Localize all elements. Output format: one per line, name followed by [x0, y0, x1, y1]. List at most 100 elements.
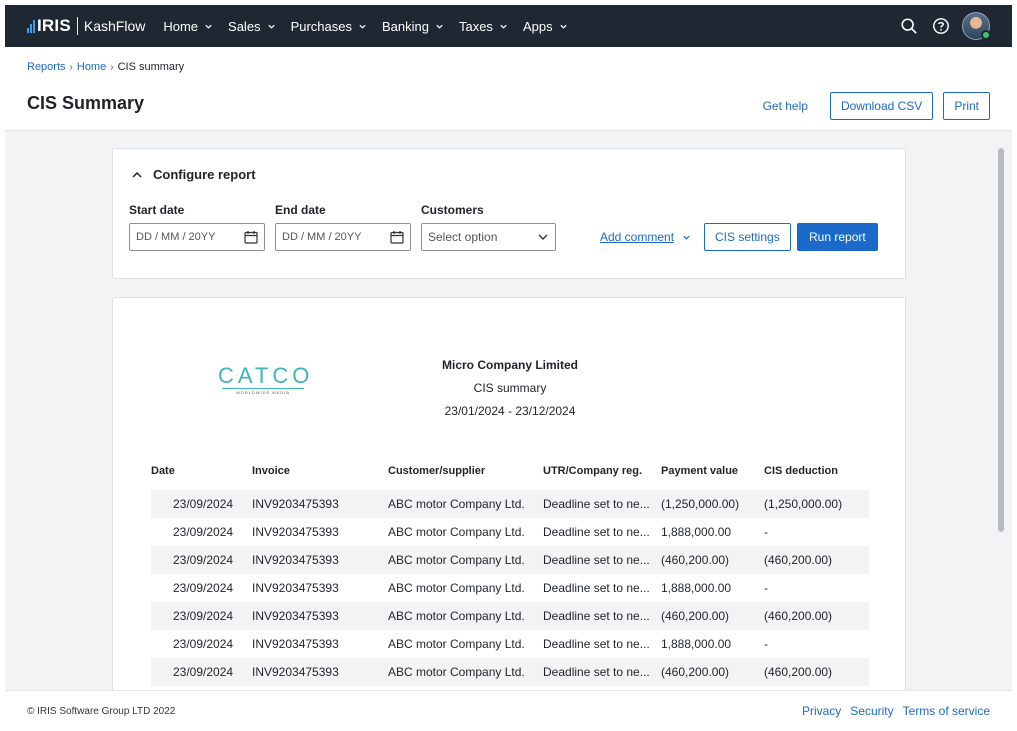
chevron-down-icon [436, 24, 443, 29]
nav-item-purchases[interactable]: Purchases [291, 19, 367, 34]
chevron-down-icon [205, 24, 212, 29]
get-help-link[interactable]: Get help [763, 99, 808, 113]
report-period: 23/01/2024 - 23/12/2024 [444, 404, 576, 418]
customer-cell: ABC motor Company Ltd. [388, 581, 525, 595]
payment-cell: 1,888,000.00 [661, 637, 732, 651]
company-logo: CATCO WORLDWIDE MEDIA [218, 365, 309, 396]
nav-item-label: Home [163, 18, 199, 34]
utr-cell: Deadline set to ne... [543, 525, 650, 539]
deduction-cell: (460,200.00) [764, 602, 869, 630]
run-report-button[interactable]: Run report [797, 223, 878, 251]
company-name: Micro Company Limited [441, 358, 578, 372]
utr-cell: Deadline set to ne... [543, 546, 661, 574]
chevron-down-icon [267, 24, 275, 29]
chevron-down-icon [500, 24, 507, 29]
table-row[interactable]: 23/09/2024INV9203475393ABC motor Company… [151, 490, 869, 518]
nav-item-banking[interactable]: Banking [382, 19, 444, 34]
add-comment-dropdown[interactable]: Add comment [600, 230, 691, 244]
table-row[interactable]: 23/09/2024INV9203475393ABC motor Company… [151, 546, 869, 574]
table-row[interactable]: 23/09/2024INV9203475393ABC motor Company… [151, 518, 869, 546]
calendar-icon[interactable] [244, 230, 258, 244]
chevron-down-icon [683, 235, 690, 240]
brand-logo[interactable]: IRIS KashFlow [27, 16, 145, 36]
breadcrumb-home[interactable]: Home [77, 61, 106, 73]
utr-cell: Deadline set to ne... [543, 581, 650, 595]
deduction-cell: - [764, 637, 768, 651]
search-icon[interactable] [900, 17, 918, 35]
end-date-input[interactable]: DD / MM / 20YY [275, 223, 411, 251]
column-header-deduction: CIS deduction [764, 464, 838, 477]
scrollbar-thumb[interactable] [998, 148, 1004, 532]
breadcrumb-current: CIS summary [117, 61, 185, 73]
report-subtitle: CIS summary [473, 381, 547, 395]
cis-table: Date Invoice Customer/supplier UTR/Compa… [151, 461, 869, 714]
chevron-down-icon [559, 24, 567, 29]
customers-select-value: Select option [428, 230, 498, 244]
privacy-link[interactable]: Privacy [802, 704, 841, 718]
nav-item-home[interactable]: Home [163, 19, 213, 34]
table-row[interactable]: 23/09/2024INV9203475393ABC motor Company… [151, 658, 869, 686]
utr-cell: Deadline set to ne... [543, 658, 661, 686]
customers-select[interactable]: Select option [421, 223, 556, 251]
table-row[interactable]: 23/09/2024INV9203475393ABC motor Company… [151, 574, 869, 602]
nav-actions [886, 12, 991, 40]
breadcrumb-reports[interactable]: Reports [27, 61, 66, 73]
nav-item-apps[interactable]: Apps [523, 19, 568, 34]
column-header-utr: UTR/Company reg. [543, 464, 643, 477]
download-csv-button[interactable]: Download CSV [829, 92, 934, 120]
report-heading: Micro Company Limited CIS summary 23/01/… [410, 358, 610, 418]
table-header-row: Date Invoice Customer/supplier UTR/Compa… [151, 461, 869, 490]
nav-item-sales[interactable]: Sales [228, 19, 276, 34]
cis-settings-button[interactable]: CIS settings [704, 223, 791, 251]
column-header-customer: Customer/supplier [388, 464, 486, 477]
main-menu: Home Sales Purchases Banking Taxes Apps [163, 19, 582, 34]
customer-cell: ABC motor Company Ltd. [388, 490, 543, 518]
customer-cell: ABC motor Company Ltd. [388, 525, 525, 539]
nav-item-label: Purchases [290, 18, 352, 34]
top-nav: IRIS KashFlow Home Sales Purchases Banki… [5, 5, 1012, 47]
nav-item-taxes[interactable]: Taxes [459, 19, 508, 34]
table-row[interactable]: 23/09/2024 INV9203475393 ABC motor Company… [151, 630, 869, 658]
terms-link[interactable]: Terms of service [903, 704, 990, 718]
configure-report-toggle[interactable]: Configure report [131, 167, 256, 182]
utr-cell: Deadline set to ne... [543, 637, 650, 651]
date-cell: 23/09/2024 [151, 602, 252, 630]
table-row[interactable]: 23/09/2024INV9203475393ABC motor Company… [151, 602, 869, 630]
configure-report-title: Configure report [153, 167, 256, 182]
deduction-cell: - [764, 525, 768, 539]
footer: © IRIS Software Group LTD 2022 Privacy S… [5, 690, 1012, 731]
date-cell: 23/09/2024 [173, 637, 234, 651]
print-button[interactable]: Print [943, 92, 990, 120]
chevron-down-icon [359, 24, 366, 29]
avatar[interactable] [962, 12, 991, 40]
product-name: KashFlow [83, 18, 146, 34]
payment-cell: 1,888,000.00 [661, 581, 732, 595]
customer-cell: ABC motor Company Ltd. [388, 602, 543, 630]
invoice-cell: INV9203475393 [252, 637, 339, 651]
page-title: CIS Summary [27, 93, 145, 113]
calendar-icon[interactable] [390, 230, 404, 244]
chevron-up-icon [132, 171, 142, 178]
invoice-cell: INV9203475393 [252, 546, 388, 574]
invoice-cell: INV9203475393 [252, 490, 388, 518]
brand-name: IRIS [37, 16, 71, 35]
deduction-cell: - [764, 581, 768, 595]
date-cell: 23/09/2024 [151, 658, 252, 686]
help-icon[interactable] [932, 17, 950, 35]
customer-cell: ABC motor Company Ltd. [388, 637, 525, 651]
start-date-input[interactable]: DD / MM / 20YY [129, 223, 265, 251]
chevron-right-icon: › [110, 61, 114, 73]
end-date-placeholder: DD / MM / 20YY [282, 231, 362, 243]
header-actions: Get help Download CSV Print [763, 92, 990, 120]
chevron-down-icon [538, 234, 548, 240]
date-cell: 23/09/2024 [173, 525, 234, 539]
deduction-cell: (460,200.00) [764, 658, 869, 686]
nav-item-label: Sales [228, 18, 261, 34]
security-link[interactable]: Security [850, 704, 893, 718]
nav-item-label: Apps [522, 18, 553, 34]
invoice-cell: INV9203475393 [252, 602, 388, 630]
breadcrumb: Reports › Home › CIS summary [27, 61, 184, 73]
logo-underline [222, 388, 304, 389]
add-comment-label: Add comment [600, 230, 675, 244]
start-date-label: Start date [129, 203, 185, 217]
